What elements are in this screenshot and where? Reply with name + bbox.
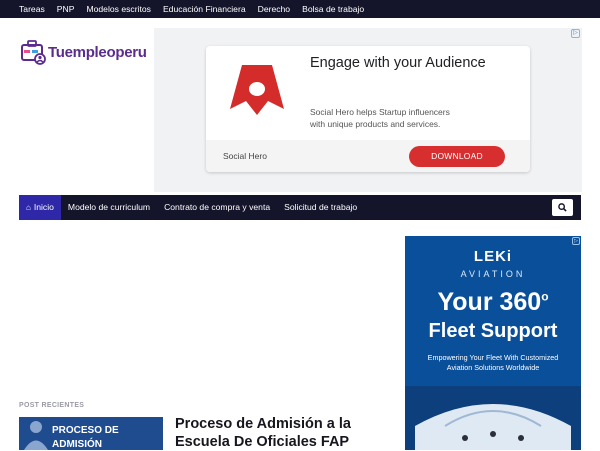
top-bar: Tareas PNP Modelos escritos Educación Fi… — [0, 0, 600, 18]
home-icon: ⌂ — [26, 203, 31, 212]
sidebar-ad-tagline: AVIATION — [460, 269, 526, 279]
topbar-link-pnp[interactable]: PNP — [57, 4, 75, 14]
nav-item-contrato-de-compra-y-venta[interactable]: Contrato de compra y venta — [157, 195, 277, 220]
adchoices-icon[interactable]: ▷ — [572, 237, 580, 245]
ad-brand: Social Hero — [223, 151, 267, 161]
briefcase-person-icon — [21, 40, 46, 65]
download-button[interactable]: DOWNLOAD — [409, 146, 505, 167]
search-icon — [558, 203, 567, 212]
sidebar-ad-headline-1: Your 360o — [437, 288, 549, 316]
topbar-link-tareas[interactable]: Tareas — [19, 4, 45, 14]
search-button[interactable] — [552, 199, 573, 216]
nav-item-solicitud-de-trabajo[interactable]: Solicitud de trabajo — [277, 195, 364, 220]
ad-footer: Social Hero DOWNLOAD — [206, 140, 530, 172]
aircraft-image — [405, 386, 581, 450]
nav-item-modelo-de-curriculum[interactable]: Modelo de curriculum — [61, 195, 157, 220]
sidebar-ad-headline-2: Fleet Support — [428, 320, 558, 342]
logo-text: Tuempleoperu — [48, 44, 147, 61]
topbar-link-derecho[interactable]: Derecho — [258, 4, 290, 14]
social-hero-logo-icon — [230, 65, 284, 115]
topbar-link-bolsa-de-trabajo[interactable]: Bolsa de trabajo — [302, 4, 364, 14]
post-title-link[interactable]: Proceso de Admisión a la Escuela De Ofic… — [175, 415, 375, 451]
main-nav: ⌂ Inicio Modelo de curriculum Contrato de… — [19, 195, 581, 220]
ad-description: Social Hero helps Startup influencers wi… — [310, 107, 450, 129]
person-silhouette-icon — [24, 421, 48, 450]
post-thumbnail[interactable]: PROCESO DE ADMISIÓN — [19, 417, 163, 450]
sidebar-ad-body: Empowering Your Fleet With Customized Av… — [427, 353, 559, 372]
thumbnail-text: PROCESO DE ADMISIÓN — [52, 425, 119, 450]
topbar-link-educacion-financiera[interactable]: Educación Financiera — [163, 4, 246, 14]
adchoices-icon[interactable]: ▷ — [571, 29, 580, 38]
sidebar-ad-brand: LEKi — [473, 248, 513, 265]
recent-posts-label: POST RECIENTES — [19, 402, 85, 409]
nav-item-inicio[interactable]: ⌂ Inicio — [19, 195, 61, 220]
ad-title: Engage with your Audience — [310, 55, 486, 71]
ad-card[interactable]: Engage with your Audience Social Hero he… — [206, 46, 530, 172]
banner-ad[interactable]: ▷ Engage with your Audience Social Hero … — [154, 28, 582, 192]
sidebar-ad[interactable]: ▷ LEKi AVIATION Your 360o Fleet Support … — [405, 236, 581, 450]
topbar-link-modelos-escritos[interactable]: Modelos escritos — [86, 4, 150, 14]
site-logo[interactable]: Tuempleoperu — [20, 39, 147, 66]
